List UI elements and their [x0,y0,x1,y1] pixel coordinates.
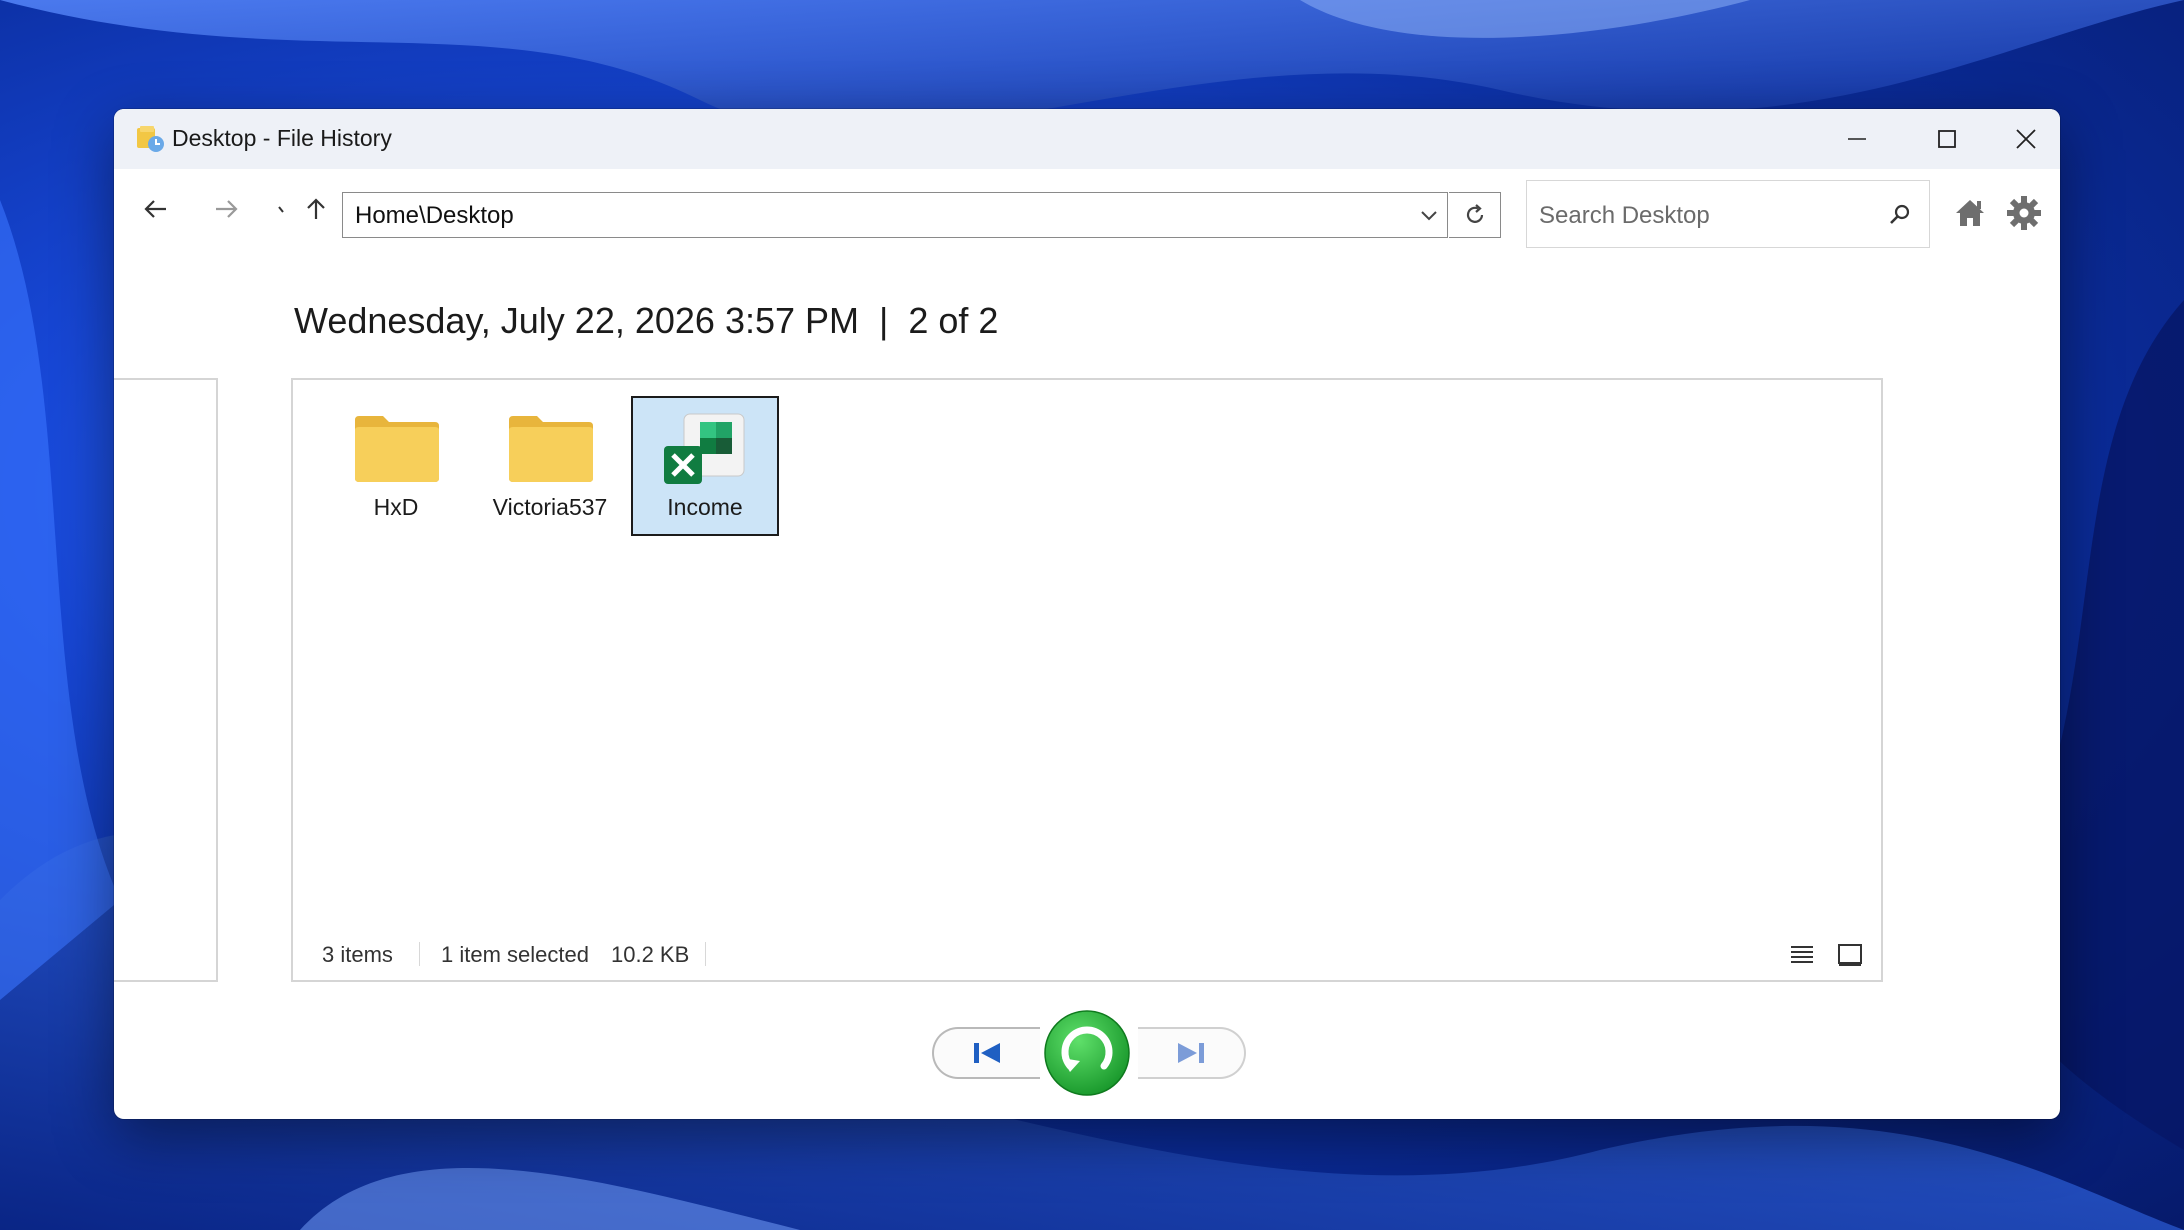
gear-icon[interactable] [2004,193,2044,233]
file-label: Income [667,494,743,520]
minimize-icon [1848,138,1866,140]
address-bar[interactable]: Home\Desktop [342,192,1448,238]
file-item-victoria537[interactable]: Victoria537 [476,396,624,536]
chevron-down-icon [278,206,284,213]
file-label: Victoria537 [492,494,608,520]
file-label: HxD [373,494,419,520]
snapshot-heading: Wednesday, July 22, 2026 3:57 PM | 2 of 2 [294,300,998,342]
back-button[interactable] [134,187,178,231]
search-input[interactable]: Search Desktop [1526,180,1930,248]
search-placeholder: Search Desktop [1539,202,1710,229]
arrow-right-icon [216,200,238,218]
arrow-up-icon [307,198,325,219]
status-bar: 3 items 1 item selected 10.2 KB [293,930,1881,980]
close-icon [2016,129,2036,149]
status-divider [705,942,706,966]
excel-file-icon [664,413,745,484]
arrow-left-icon [144,200,166,218]
close-button[interactable] [1992,109,2060,169]
skip-previous-icon [974,1043,1000,1063]
previous-version-button[interactable] [932,1027,1040,1079]
status-divider [419,942,420,966]
forward-button[interactable] [204,187,248,231]
skip-next-icon [1178,1043,1204,1063]
snapshot-date: Wednesday, July 22, 2026 3:57 PM [294,300,860,341]
selection-size: 10.2 KB [611,942,690,967]
refresh-button[interactable] [1449,192,1501,238]
minimize-button[interactable] [1812,109,1902,169]
address-path: Home\Desktop [355,202,514,229]
search-icon[interactable] [1887,202,1913,228]
details-view-icon[interactable] [1787,940,1817,970]
title-bar: Desktop - File History [114,109,2060,169]
home-icon[interactable] [1950,193,1990,233]
file-item-hxd[interactable]: HxD [322,396,470,536]
snapshot-position: 2 of 2 [908,300,999,341]
window-title: Desktop - File History [172,125,392,151]
file-item-income[interactable]: Income [631,396,779,536]
previous-version-panel[interactable] [114,378,218,982]
folder-icon [509,416,593,482]
heading-separator: | [879,300,889,341]
up-button[interactable] [294,187,338,231]
selection-status: 1 item selected [441,942,589,967]
restore-button[interactable] [1040,1006,1134,1100]
item-count: 3 items [322,942,393,967]
refresh-icon [1466,204,1483,223]
file-history-icon [137,126,164,152]
maximize-icon [1938,130,1956,148]
folder-icon [355,416,439,482]
file-view-panel: HxD Victoria537 Income 3 items 1 item se… [291,378,1883,982]
next-version-button[interactable] [1138,1027,1246,1079]
chevron-down-icon[interactable] [1417,203,1441,227]
maximize-button[interactable] [1902,109,1992,169]
large-icons-view-icon[interactable] [1835,940,1865,970]
